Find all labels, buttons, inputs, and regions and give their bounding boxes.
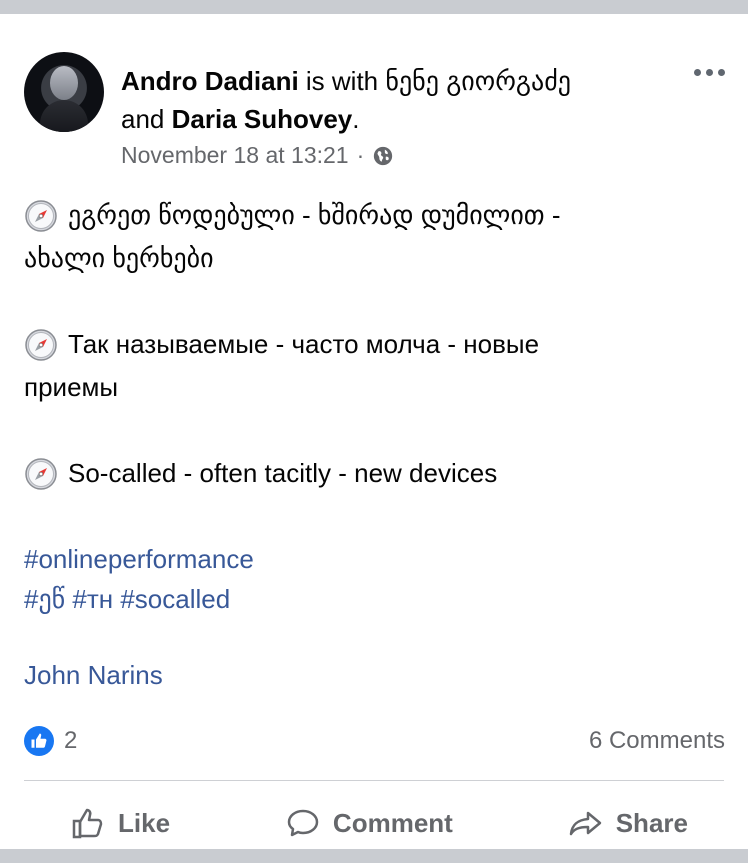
hashtag-link[interactable]: #socalled [120, 584, 230, 614]
comments-count[interactable]: 6 Comments [589, 727, 725, 755]
tagged-user-2[interactable]: Daria Suhovey [172, 104, 353, 134]
top-separator [0, 0, 748, 14]
like-button[interactable]: Like [70, 792, 170, 854]
hashtags: #onlineperformance #ეწ #тн #socalled [24, 539, 254, 619]
tagged-user-1[interactable]: ნენე გიორგაძე [385, 66, 571, 96]
header-period: . [352, 104, 360, 134]
like-icon [72, 808, 103, 839]
avatar[interactable] [24, 52, 104, 132]
actions-divider [24, 780, 724, 781]
like-label: Like [118, 807, 171, 838]
more-dot [693, 68, 701, 76]
post-body: ეგრეთ წოდებული - ხშირად დუმილით - ახალი … [24, 194, 724, 495]
post-text: Так называемые - часто молча - новые [68, 329, 540, 359]
timestamp[interactable]: November 18 at 13:21 [121, 142, 349, 169]
post-meta: November 18 at 13:21 · [121, 142, 394, 169]
compass-icon [25, 457, 57, 490]
more-options-icon[interactable] [692, 62, 726, 82]
share-label: Share [615, 807, 688, 838]
compass-icon [25, 199, 57, 232]
post-line-russian: Так называемые - часто молча - новые [24, 323, 724, 366]
bottom-separator [0, 849, 748, 863]
hashtag-link[interactable]: #тн [72, 584, 113, 614]
action-bar: Like Comment Share [0, 792, 748, 854]
comment-button[interactable]: Comment [285, 792, 453, 854]
comment-label: Comment [332, 807, 453, 838]
and-text: and [121, 104, 165, 134]
globe-icon[interactable] [372, 145, 394, 167]
author-name[interactable]: Andro Dadiani [121, 66, 299, 96]
avatar-face [50, 66, 78, 100]
meta-dot: · [356, 142, 365, 168]
mention-link[interactable]: John Narins [24, 660, 163, 691]
compass-icon [25, 328, 57, 361]
share-button[interactable]: Share [568, 792, 688, 854]
post-text: ეგრეთ წოდებული - ხშირად დუმილით - [68, 200, 561, 230]
post-text: приемы [24, 372, 119, 402]
more-dot [705, 68, 713, 76]
share-icon [569, 811, 601, 836]
post-line-georgian: ეგრეთ წოდებული - ხშირად დუმილით - [24, 194, 724, 237]
post-text: ახალი ხერხები [24, 243, 214, 273]
like-count: 2 [64, 727, 78, 754]
avatar-body [40, 100, 88, 132]
with-text: is with [305, 66, 379, 96]
reaction-summary[interactable]: 2 [24, 726, 77, 756]
comment-icon [287, 809, 319, 837]
post-card: Andro Dadiani is with ნენე გიორგაძე and … [0, 14, 748, 849]
hashtag-link[interactable]: #ეწ [24, 584, 65, 614]
like-reaction-icon [24, 726, 54, 756]
hashtag-link[interactable]: #onlineperformance [24, 544, 254, 574]
more-dot [717, 68, 725, 76]
post-header: Andro Dadiani is with ნენე გიორგაძე and … [121, 62, 681, 138]
post-line-english: So-called - often tacitly - new devices [24, 452, 724, 495]
post-text: So-called - often tacitly - new devices [68, 458, 498, 488]
